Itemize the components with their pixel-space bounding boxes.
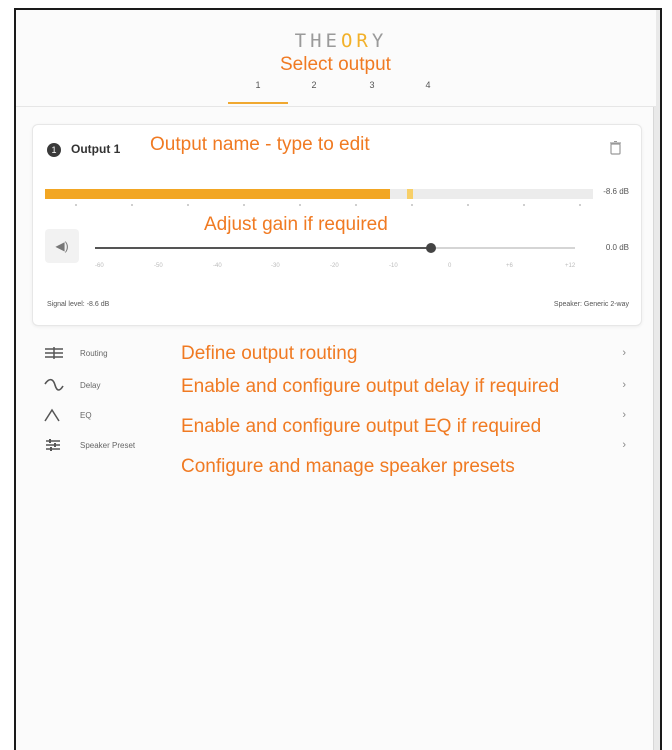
meter-tick xyxy=(243,204,245,206)
menu-item-label: Speaker Preset xyxy=(80,441,136,450)
annotation-select-output: Select output xyxy=(280,54,391,75)
menu-item-label: Delay xyxy=(80,381,101,390)
meter-tick xyxy=(579,204,581,206)
gain-tick-label: 0 xyxy=(448,263,452,269)
delay-icon xyxy=(44,378,64,391)
tab-output-3[interactable]: 3 xyxy=(352,80,392,90)
gain-tick-label: +12 xyxy=(565,263,576,269)
annotation-adjust-gain: Adjust gain if required xyxy=(204,214,388,235)
eq-icon xyxy=(44,408,60,422)
meter-tick xyxy=(187,204,189,206)
tab-output-1[interactable]: 1 xyxy=(238,80,278,90)
meter-tick xyxy=(523,204,525,206)
level-meter-value: -8.6 dB xyxy=(603,187,629,196)
gain-tick-label: -20 xyxy=(330,263,339,269)
signal-level-text: Signal level: -8.6 dB xyxy=(47,301,110,308)
scrollbar[interactable] xyxy=(653,10,660,750)
meter-tick xyxy=(299,204,301,206)
annotation-eq: Enable and configure output EQ if requir… xyxy=(181,416,542,437)
gain-tick-label: -60 xyxy=(95,263,104,269)
chevron-right-icon: › xyxy=(622,379,626,391)
chevron-right-icon: › xyxy=(622,409,626,421)
gain-tick-label: +6 xyxy=(506,263,513,269)
output-tabs: 1 2 3 4 xyxy=(16,74,656,104)
gain-value: 0.0 dB xyxy=(605,243,629,252)
meter-tick xyxy=(131,204,133,206)
level-meter-fill xyxy=(45,189,390,199)
mute-button[interactable]: ◀) xyxy=(45,229,79,263)
level-meter xyxy=(45,189,593,199)
meter-tick xyxy=(355,204,357,206)
gain-scale: -60 -50 -40 -30 -20 -10 0 +6 +12 xyxy=(95,263,575,271)
gain-tick-label: -40 xyxy=(213,263,222,269)
output-number-badge: 1 xyxy=(47,143,61,157)
chevron-right-icon: › xyxy=(622,347,626,359)
annotation-speaker-presets: Configure and manage speaker presets xyxy=(181,456,515,477)
gain-slider-handle[interactable] xyxy=(426,243,436,253)
menu-item-label: Routing xyxy=(80,349,108,358)
gain-slider-fill xyxy=(95,247,431,249)
meter-tick xyxy=(75,204,77,206)
speaker-preset-text: Speaker: Generic 2-way xyxy=(553,301,629,308)
speaker-preset-icon xyxy=(46,439,60,451)
output-name-field[interactable]: Output 1 xyxy=(71,142,120,156)
gain-tick-label: -50 xyxy=(154,263,163,269)
annotation-delay: Enable and configure output delay if req… xyxy=(181,376,560,397)
gain-tick-label: -10 xyxy=(389,263,398,269)
active-tab-indicator xyxy=(228,102,288,104)
speaker-mute-icon: ◀) xyxy=(55,239,69,253)
gain-tick-label: -30 xyxy=(271,263,280,269)
meter-tick xyxy=(467,204,469,206)
theory-logo: THEORY xyxy=(294,30,388,52)
annotation-routing: Define output routing xyxy=(181,343,358,364)
meter-tick xyxy=(411,204,413,206)
tab-output-4[interactable]: 4 xyxy=(408,80,448,90)
trash-icon[interactable] xyxy=(610,141,621,155)
level-meter-peak xyxy=(407,189,413,199)
annotation-output-name: Output name - type to edit xyxy=(150,134,370,155)
menu-item-label: EQ xyxy=(80,411,92,420)
chevron-right-icon: › xyxy=(622,439,626,451)
gain-slider[interactable] xyxy=(95,243,575,253)
level-meter-ticks xyxy=(45,204,593,210)
tab-output-2[interactable]: 2 xyxy=(294,80,334,90)
routing-icon xyxy=(45,347,63,359)
